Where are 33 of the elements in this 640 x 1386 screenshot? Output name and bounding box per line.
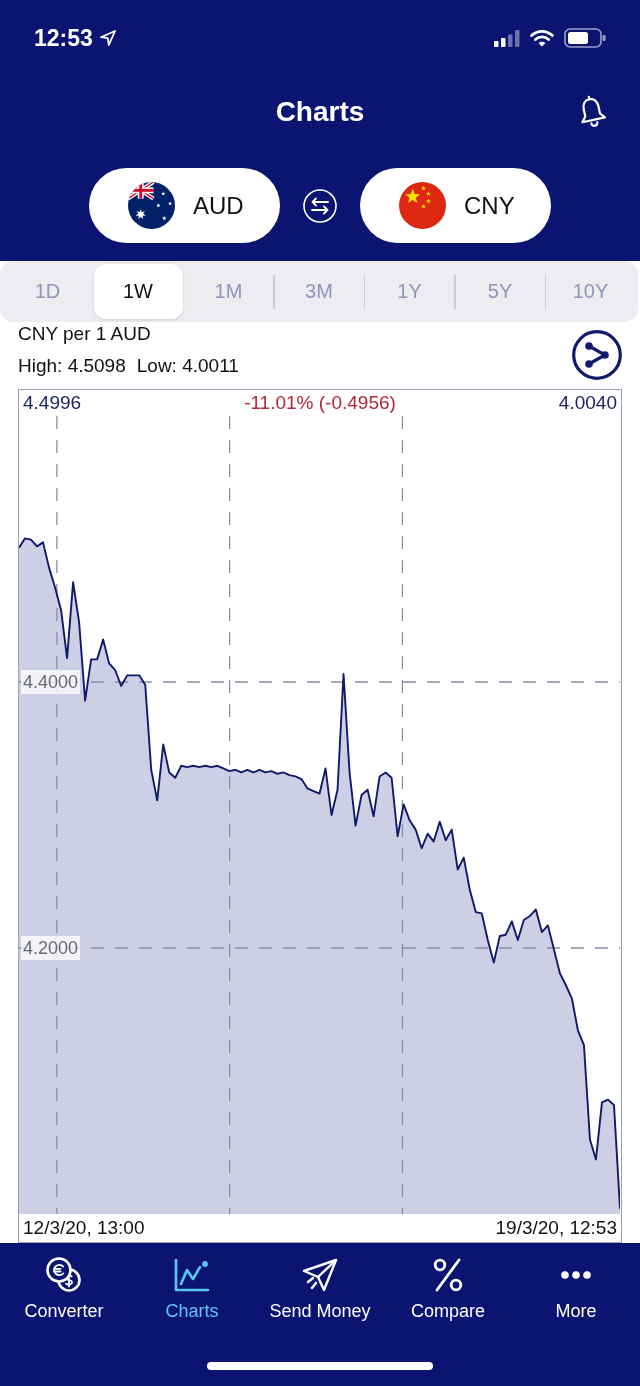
battery-icon (564, 28, 606, 48)
share-icon[interactable] (572, 330, 622, 380)
location-arrow-icon (99, 30, 116, 46)
flag-icon (399, 182, 446, 229)
tab-bar-item[interactable]: Send Money (256, 1256, 384, 1322)
paper-plane-icon (302, 1258, 338, 1292)
period-tab[interactable]: 1W (93, 264, 183, 319)
axis-label: 4.2000 (21, 936, 81, 960)
line-chart-icon (174, 1258, 210, 1292)
currency-button[interactable]: CNY (360, 168, 551, 243)
axis-label: 4.4000 (21, 670, 81, 694)
end-date: 19/3/20, 12:53 (495, 1216, 617, 1239)
coins-icon (46, 1257, 82, 1293)
rate-caption: CNY per 1 AUD (18, 322, 152, 346)
tab-bar-item[interactable]: More (512, 1256, 640, 1322)
tab-bar-item[interactable]: Converter (0, 1256, 128, 1322)
swap-icon[interactable] (303, 188, 337, 223)
tab-bar-item[interactable]: Charts (128, 1256, 256, 1322)
high-rate: High: 4.5098 (18, 354, 126, 378)
screen-title: Charts (275, 96, 365, 128)
close-rate: 4.0040 (558, 392, 617, 414)
open-rate: 4.4996 (23, 392, 82, 414)
flag-icon (128, 182, 175, 229)
percent-icon (432, 1258, 464, 1292)
low-rate: Low: 4.0011 (136, 354, 239, 378)
status-time: 12:53 (34, 24, 93, 52)
wifi-icon (530, 29, 554, 47)
start-date: 12/3/20, 13:00 (23, 1216, 145, 1239)
more-icon (561, 1271, 591, 1279)
change-percent: -11.01% (-0.4956) (244, 392, 396, 414)
tab-bar-item[interactable]: Compare (384, 1256, 512, 1322)
currency-button[interactable]: AUD (89, 168, 280, 243)
signal-icon (494, 29, 520, 47)
